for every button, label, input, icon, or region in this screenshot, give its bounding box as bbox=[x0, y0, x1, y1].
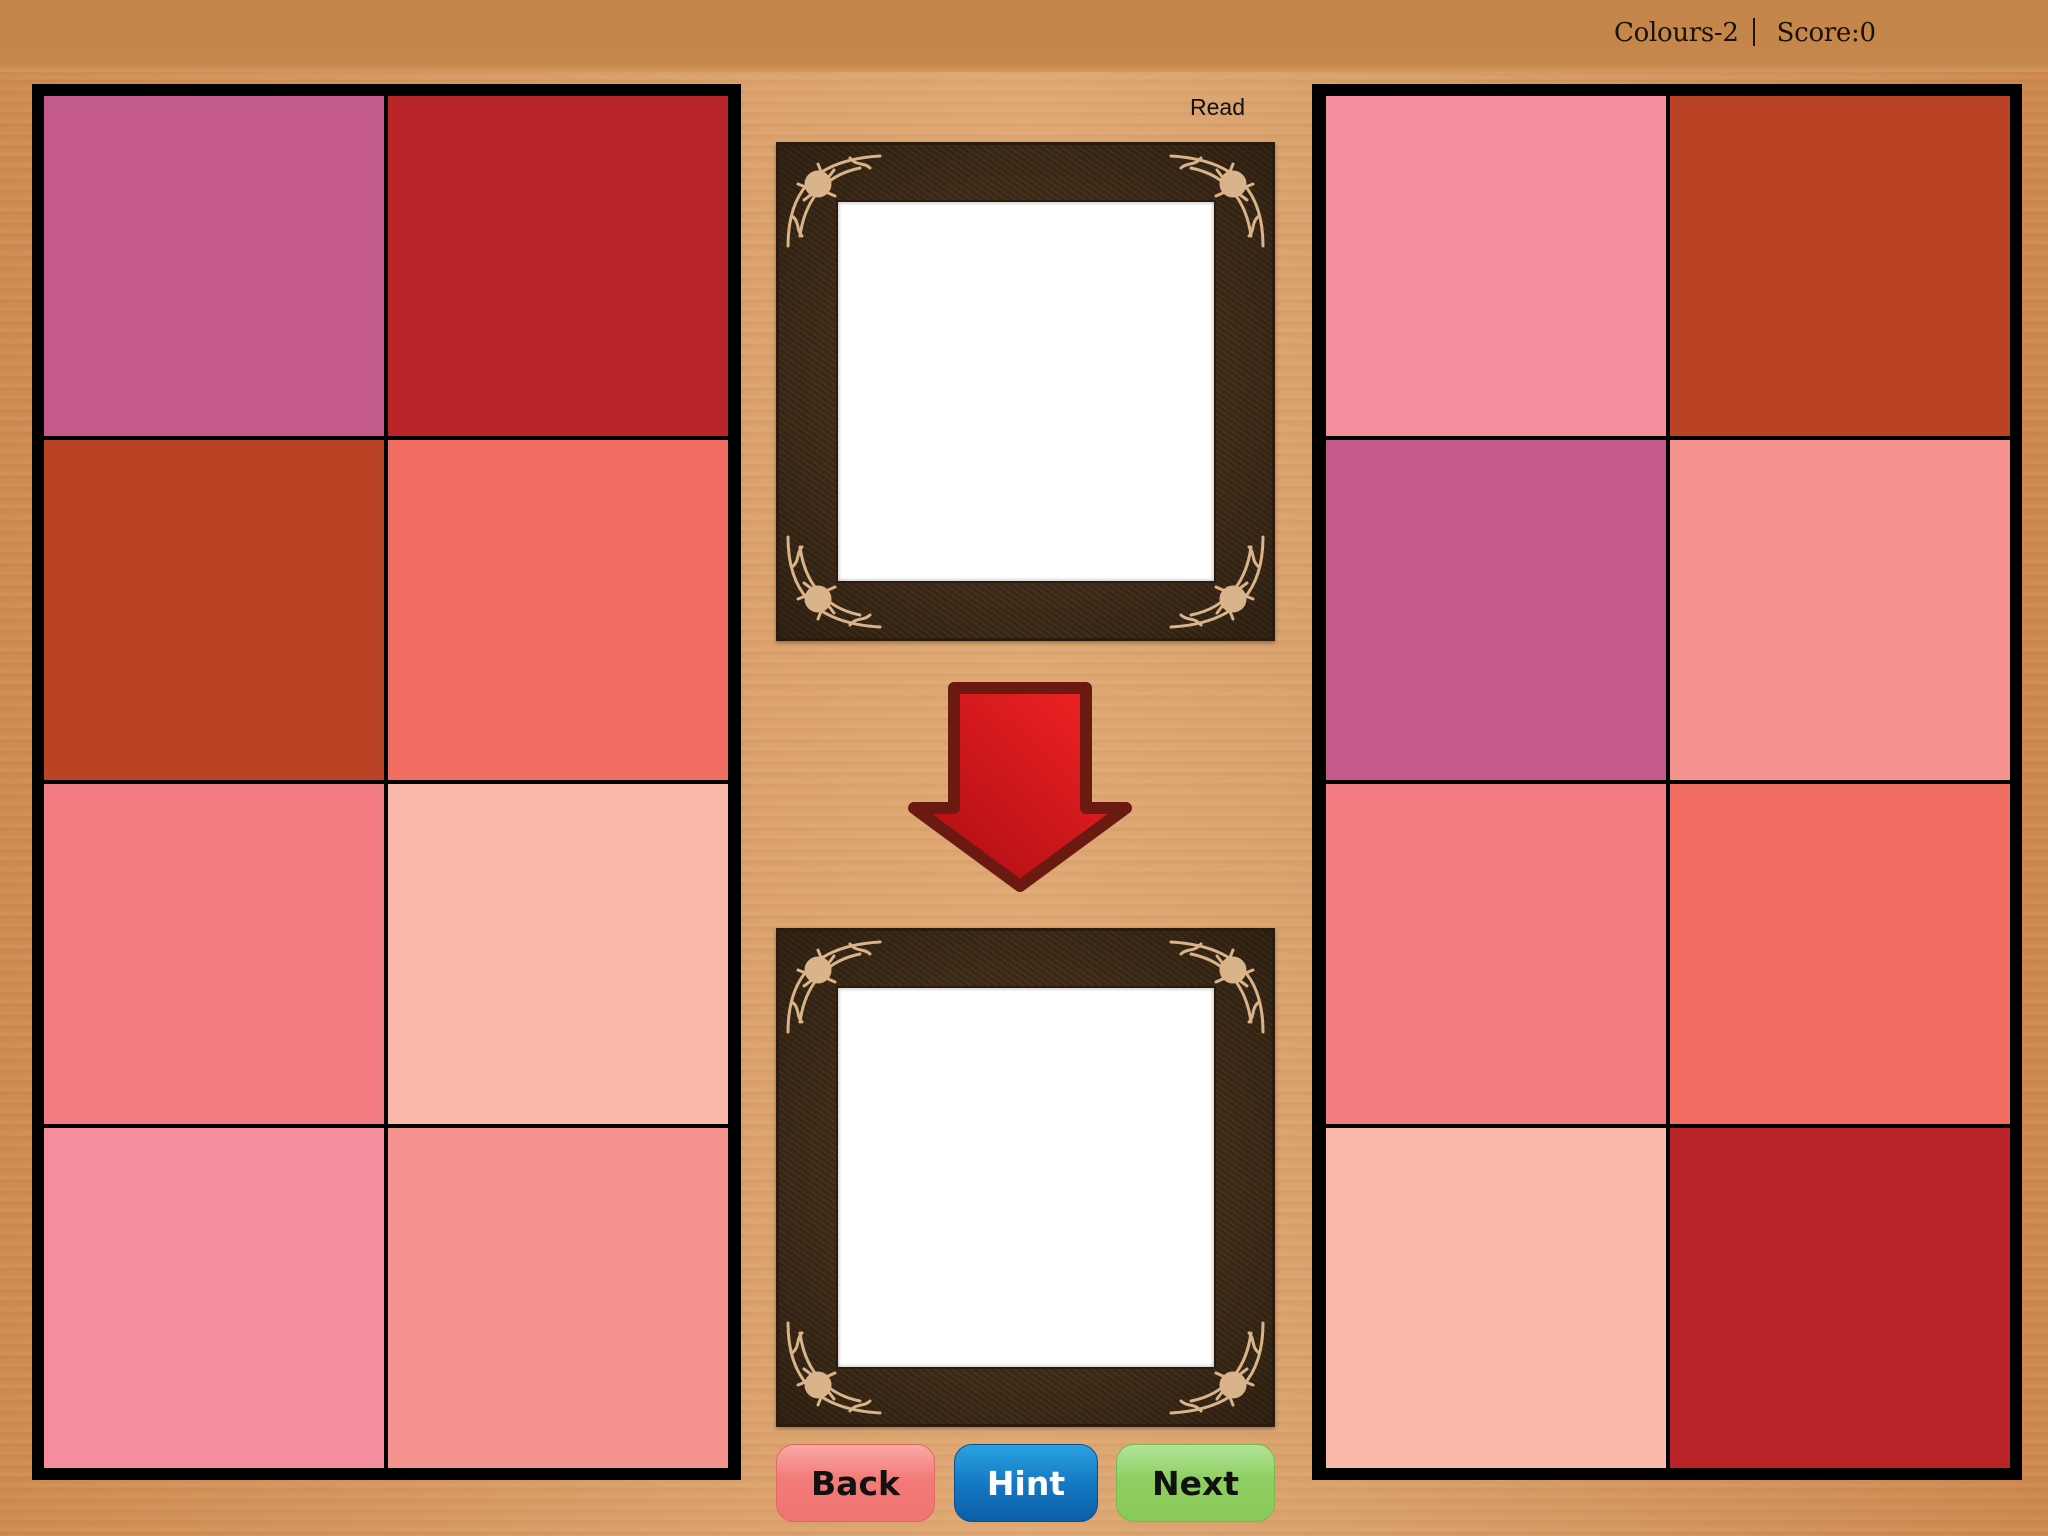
read-button[interactable]: Read bbox=[1190, 94, 1245, 121]
color-tile-magenta[interactable] bbox=[44, 96, 384, 436]
color-tile-magenta[interactable] bbox=[1326, 440, 1666, 780]
left-color-grid bbox=[32, 84, 741, 1480]
top-picture-frame[interactable] bbox=[776, 142, 1275, 641]
level-label: Colours-2 bbox=[1614, 18, 1739, 48]
color-tile-crimson[interactable] bbox=[388, 96, 728, 436]
top-bar: Colours-2 Score:0 bbox=[0, 0, 2048, 72]
back-button[interactable]: Back bbox=[776, 1444, 935, 1522]
color-tile-coral[interactable] bbox=[388, 440, 728, 780]
color-tile-salmon-pink[interactable] bbox=[44, 784, 384, 1124]
color-tile-crimson[interactable] bbox=[1670, 1128, 2010, 1468]
color-tile-salmon-pink[interactable] bbox=[1326, 784, 1666, 1124]
color-tile-rust[interactable] bbox=[44, 440, 384, 780]
bottom-frame-canvas[interactable] bbox=[838, 988, 1214, 1367]
score-label: Score:0 bbox=[1776, 18, 1876, 48]
color-tile-peach[interactable] bbox=[1326, 1128, 1666, 1468]
hint-button[interactable]: Hint bbox=[954, 1444, 1098, 1522]
color-tile-coral[interactable] bbox=[1670, 784, 2010, 1124]
color-tile-rose-pink[interactable] bbox=[1326, 96, 1666, 436]
bottom-picture-frame[interactable] bbox=[776, 928, 1275, 1427]
color-tile-peach[interactable] bbox=[388, 784, 728, 1124]
color-tile-rust[interactable] bbox=[1670, 96, 2010, 436]
color-tile-light-salmon[interactable] bbox=[388, 1128, 728, 1468]
right-color-grid bbox=[1312, 84, 2022, 1480]
color-tile-rose-pink[interactable] bbox=[44, 1128, 384, 1468]
top-frame-canvas[interactable] bbox=[838, 202, 1214, 581]
status-text: Colours-2 Score:0 bbox=[1614, 18, 1876, 48]
next-button[interactable]: Next bbox=[1116, 1444, 1275, 1522]
arrow-down-icon bbox=[908, 682, 1132, 892]
status-separator bbox=[1752, 18, 1755, 46]
color-tile-light-salmon[interactable] bbox=[1670, 440, 2010, 780]
